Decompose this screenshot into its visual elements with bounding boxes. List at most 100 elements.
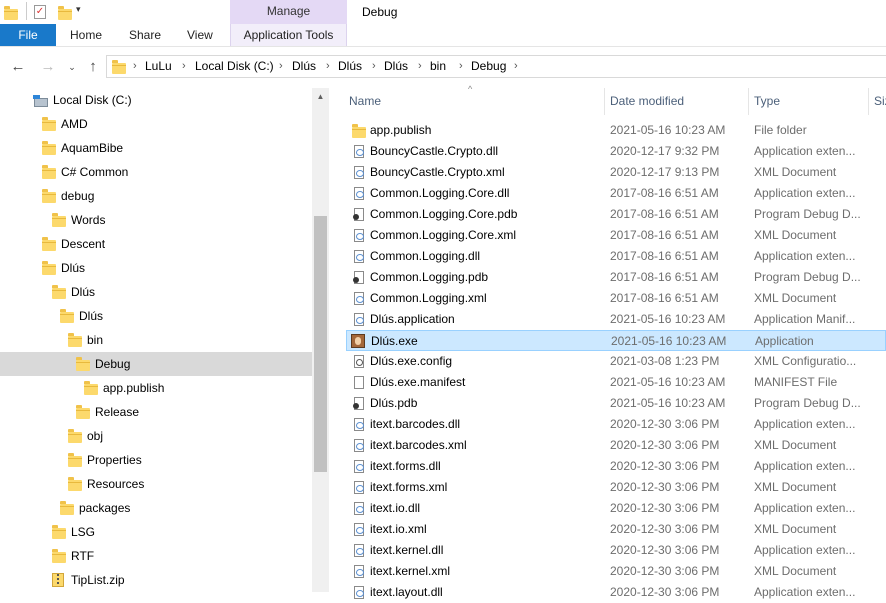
properties-icon[interactable]: ✓: [34, 5, 46, 19]
file-row[interactable]: Dlús.exe.manifest 2021-05-16 10:23 AM MANI…: [346, 372, 886, 393]
nav-item[interactable]: AMD: [0, 112, 312, 136]
up-arrow-icon[interactable]: ↑: [83, 56, 103, 78]
breadcrumb-separator-icon[interactable]: ›: [326, 55, 330, 78]
breadcrumb-item[interactable]: LuLu: [145, 55, 172, 78]
breadcrumb-item[interactable]: Dlús: [338, 55, 362, 78]
tab-file[interactable]: File: [0, 24, 56, 46]
file-row[interactable]: Dlús.application 2021-05-16 10:23 AM Appli…: [346, 309, 886, 330]
breadcrumb-item[interactable]: Dlús: [384, 55, 408, 78]
nav-item[interactable]: Dlús: [0, 280, 312, 304]
file-row[interactable]: app.publish 2021-05-16 10:23 AM File folde…: [346, 120, 886, 141]
nav-item[interactable]: TipList.zip: [0, 568, 312, 592]
file-row[interactable]: itext.barcodes.dll 2020-12-30 3:06 PM Appl…: [346, 414, 886, 435]
manage-label[interactable]: Manage: [230, 0, 347, 22]
breadcrumb-separator-icon[interactable]: ›: [459, 55, 463, 78]
file-name: Common.Logging.dll: [370, 249, 481, 263]
nav-scrollbar-thumb[interactable]: [314, 216, 327, 472]
xml-icon: [354, 523, 364, 536]
nav-item[interactable]: Descent: [0, 232, 312, 256]
pdb-icon: [353, 271, 364, 284]
nav-item[interactable]: obj: [0, 424, 312, 448]
file-date: 2020-12-17 9:32 PM: [610, 144, 720, 158]
breadcrumb-item[interactable]: Dlús: [292, 55, 316, 78]
tab-share[interactable]: Share: [129, 24, 161, 46]
breadcrumb-separator-icon[interactable]: ›: [133, 55, 137, 78]
file-type: MANIFEST File: [754, 375, 838, 389]
file-row[interactable]: itext.io.dll 2020-12-30 3:06 PM Applicatio…: [346, 498, 886, 519]
nav-item[interactable]: Dlús: [0, 256, 312, 280]
qat-customize-icon[interactable]: ▾: [76, 4, 81, 15]
nav-item-label: bin: [87, 333, 104, 347]
breadcrumb-separator-icon[interactable]: ›: [182, 55, 186, 78]
breadcrumb-separator-icon[interactable]: ›: [418, 55, 422, 78]
column-divider[interactable]: [868, 88, 869, 115]
nav-item[interactable]: debug: [0, 184, 312, 208]
nav-item[interactable]: packages: [0, 496, 312, 520]
nav-item[interactable]: Debug: [0, 352, 312, 376]
nav-item[interactable]: RTF: [0, 544, 312, 568]
scroll-up-arrow-icon[interactable]: ▲: [312, 88, 329, 105]
file-date: 2020-12-30 3:06 PM: [610, 501, 720, 515]
file-row[interactable]: itext.barcodes.xml 2020-12-30 3:06 PM XML …: [346, 435, 886, 456]
recent-locations-chevron-icon[interactable]: ⌄: [62, 56, 82, 78]
pdb-icon: [353, 208, 364, 221]
file-row[interactable]: itext.kernel.dll 2020-12-30 3:06 PM Applic…: [346, 540, 886, 561]
new-folder-icon[interactable]: [58, 6, 72, 20]
column-header-size[interactable]: Siz: [874, 88, 886, 115]
file-row[interactable]: Common.Logging.dll 2017-08-16 6:51 AM Appl…: [346, 246, 886, 267]
nav-item[interactable]: bin: [0, 328, 312, 352]
pdb-icon: [353, 397, 364, 410]
breadcrumb-separator-icon[interactable]: ›: [372, 55, 376, 78]
breadcrumb-item[interactable]: bin: [430, 55, 446, 78]
file-row[interactable]: itext.kernel.xml 2020-12-30 3:06 PM XML Do…: [346, 561, 886, 582]
back-arrow-icon[interactable]: ←: [8, 56, 28, 78]
file-row[interactable]: Dlús.exe 2021-05-16 10:23 AM Application: [346, 330, 886, 351]
column-header-type[interactable]: Type: [754, 88, 780, 115]
file-row[interactable]: itext.io.xml 2020-12-30 3:06 PM XML Docume…: [346, 519, 886, 540]
file-row[interactable]: Common.Logging.Core.dll 2017-08-16 6:51 A…: [346, 183, 886, 204]
tab-home[interactable]: Home: [70, 24, 102, 46]
column-divider[interactable]: [604, 88, 605, 115]
file-row[interactable]: BouncyCastle.Crypto.dll 2020-12-17 9:32 P…: [346, 141, 886, 162]
file-name: BouncyCastle.Crypto.dll: [370, 144, 499, 158]
breadcrumb-separator-icon[interactable]: ›: [514, 55, 518, 78]
file-date: 2020-12-30 3:06 PM: [610, 438, 720, 452]
nav-item[interactable]: Local Disk (C:): [0, 88, 312, 112]
file-row[interactable]: Common.Logging.xml 2017-08-16 6:51 AM XML …: [346, 288, 886, 309]
file-row[interactable]: BouncyCastle.Crypto.xml 2020-12-17 9:13 P…: [346, 162, 886, 183]
file-type: File folder: [754, 123, 807, 137]
column-header-date[interactable]: Date modified: [610, 88, 684, 115]
nav-item[interactable]: Dlús: [0, 304, 312, 328]
folder-icon[interactable]: [4, 6, 18, 20]
file-row[interactable]: itext.forms.xml 2020-12-30 3:06 PM XML Doc…: [346, 477, 886, 498]
tab-view[interactable]: View: [187, 24, 213, 46]
file-row[interactable]: Common.Logging.pdb 2017-08-16 6:51 AM Prog…: [346, 267, 886, 288]
file-row[interactable]: Common.Logging.Core.pdb 2017-08-16 6:51 A…: [346, 204, 886, 225]
file-row[interactable]: Common.Logging.Core.xml 2017-08-16 6:51 A…: [346, 225, 886, 246]
nav-item[interactable]: Release: [0, 400, 312, 424]
nav-item[interactable]: Resources: [0, 472, 312, 496]
nav-item[interactable]: Words: [0, 208, 312, 232]
folder-icon: [52, 213, 66, 227]
nav-item[interactable]: C# Common: [0, 160, 312, 184]
breadcrumb-separator-icon[interactable]: ›: [279, 55, 283, 78]
file-row[interactable]: Dlús.exe.config 2021-03-08 1:23 PM XML Con…: [346, 351, 886, 372]
file-row[interactable]: itext.layout.dll 2020-12-30 3:06 PM Applic…: [346, 582, 886, 603]
breadcrumb-item[interactable]: Debug: [471, 55, 506, 78]
file-row[interactable]: itext.forms.dll 2020-12-30 3:06 PM Applica…: [346, 456, 886, 477]
nav-item[interactable]: Properties: [0, 448, 312, 472]
window-title: Debug: [362, 5, 398, 19]
column-header-name[interactable]: Name: [349, 88, 381, 115]
nav-item[interactable]: app.publish: [0, 376, 312, 400]
file-row[interactable]: Dlús.pdb 2021-05-16 10:23 AM Program Debug…: [346, 393, 886, 414]
nav-item[interactable]: LSG: [0, 520, 312, 544]
folder-icon: [52, 285, 66, 299]
file-date: 2021-05-16 10:23 AM: [610, 375, 726, 389]
column-divider[interactable]: [748, 88, 749, 115]
tab-application-tools[interactable]: Application Tools: [230, 24, 347, 46]
nav-item[interactable]: AquamBibe: [0, 136, 312, 160]
forward-arrow-icon[interactable]: →: [38, 56, 58, 78]
breadcrumb-item[interactable]: Local Disk (C:): [195, 55, 274, 78]
file-date: 2017-08-16 6:51 AM: [610, 249, 719, 263]
nav-item-label: LSG: [71, 525, 96, 539]
